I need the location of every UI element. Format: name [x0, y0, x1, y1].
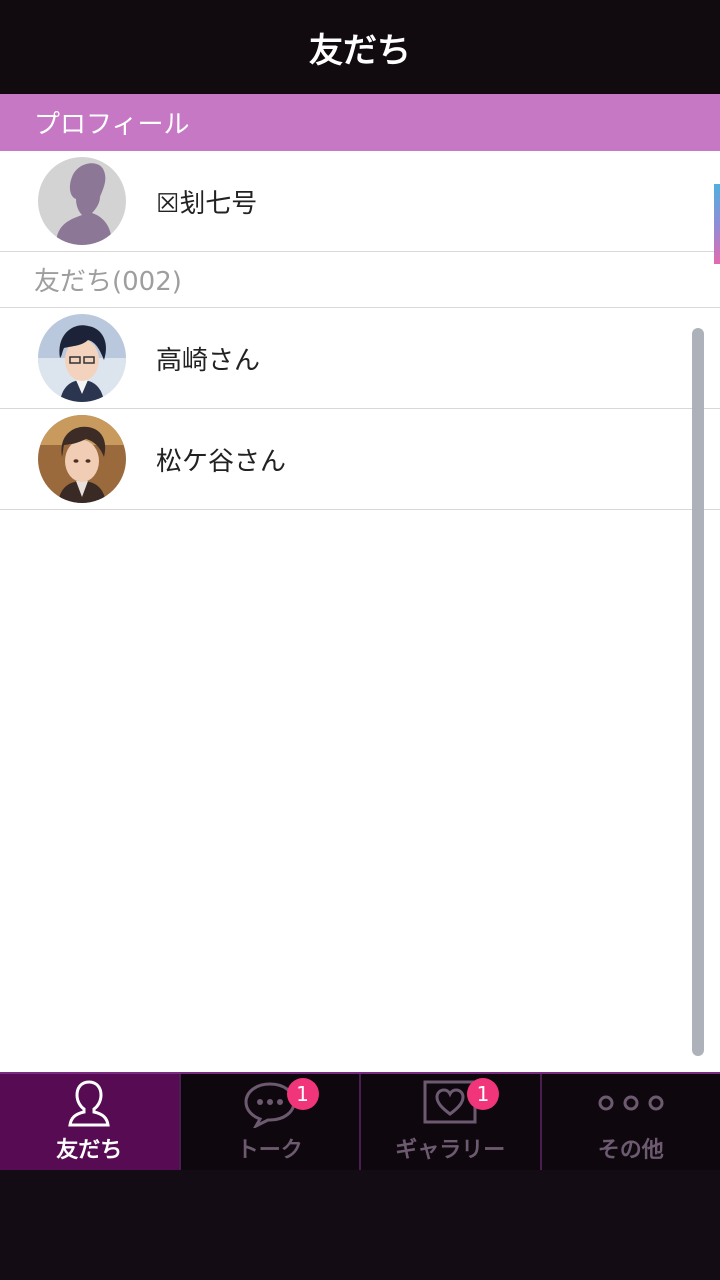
friends-count-label: 友だち(002): [0, 252, 720, 308]
character-portrait-icon: [38, 415, 126, 503]
friend-avatar-takasaki: [38, 314, 126, 402]
friend-name: 松ケ谷さん: [156, 446, 287, 477]
friends-list-screen: プロフィール ☒刬七号 友だち(002) 高崎さん 松ケ谷さん: [0, 94, 720, 1072]
page-title: 友だち: [0, 0, 720, 96]
profile-section-header: プロフィール: [0, 94, 720, 151]
tab-friends[interactable]: 友だち: [0, 1074, 181, 1170]
person-icon: [67, 1074, 111, 1132]
friend-avatar-matsugaya: [38, 415, 126, 503]
tab-gallery[interactable]: ギャラリー 1: [361, 1074, 542, 1170]
unread-badge: 1: [286, 1078, 319, 1110]
bottom-tab-bar: 友だち トーク 1 ギャラリー 1 その他: [0, 1072, 720, 1170]
profile-row[interactable]: ☒刬七号: [0, 151, 720, 252]
profile-name: ☒刬七号: [156, 188, 258, 219]
tab-other[interactable]: その他: [542, 1074, 720, 1170]
edge-indicator: [714, 184, 720, 264]
friend-row-matsugaya[interactable]: 松ケ谷さん: [0, 409, 720, 510]
silhouette-icon: [38, 157, 126, 245]
tab-label: その他: [597, 1138, 664, 1163]
tab-label: 友だち: [56, 1138, 123, 1163]
friend-name: 高崎さん: [156, 345, 261, 376]
profile-avatar: [38, 157, 126, 245]
unread-badge: 1: [467, 1078, 499, 1110]
more-dots-icon: [596, 1074, 666, 1132]
friend-row-takasaki[interactable]: 高崎さん: [0, 308, 720, 409]
character-portrait-icon: [38, 314, 126, 402]
scrollbar[interactable]: [692, 328, 704, 1056]
tab-label: トーク: [236, 1138, 303, 1163]
tab-talk[interactable]: トーク 1: [181, 1074, 361, 1170]
tab-label: ギャラリー: [395, 1138, 506, 1163]
